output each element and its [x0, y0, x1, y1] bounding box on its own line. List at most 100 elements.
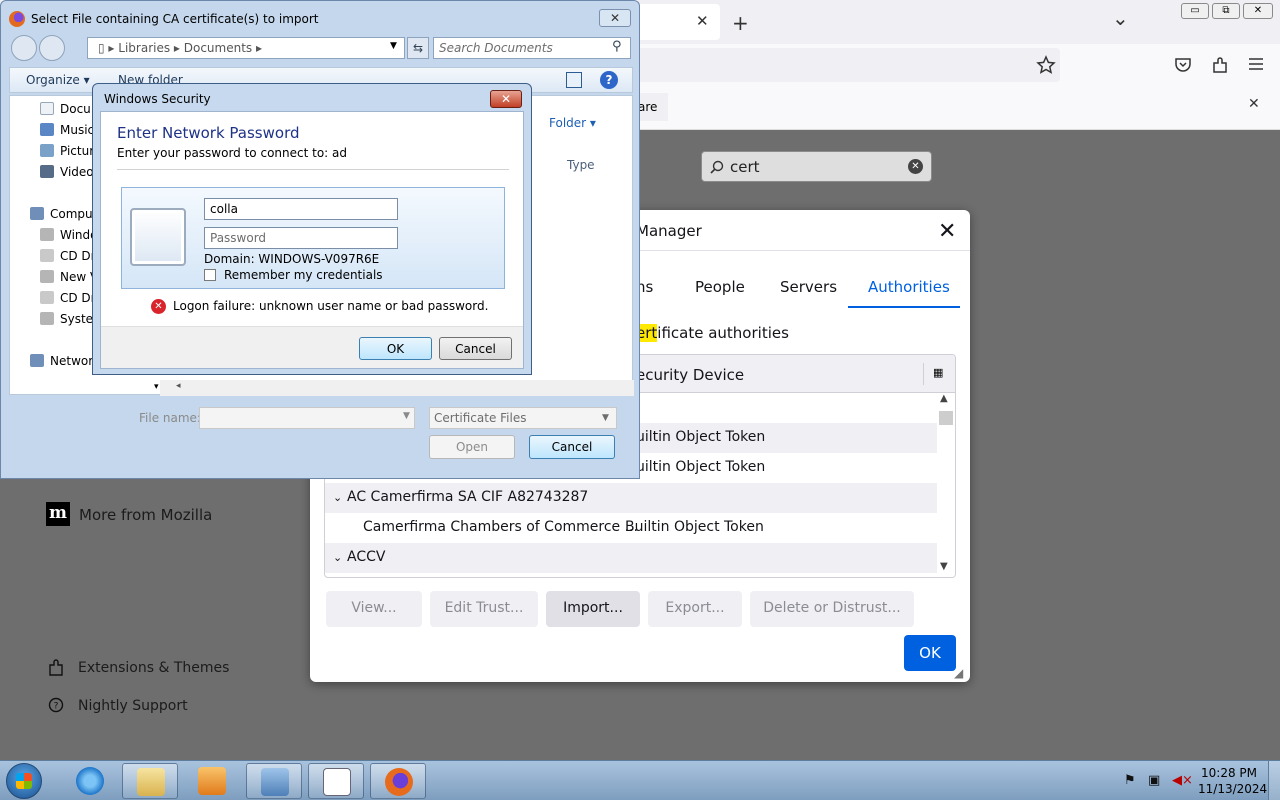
volume-muted-icon[interactable]: ◀× — [1172, 773, 1193, 788]
close-window-button[interactable]: ✕ — [1243, 3, 1273, 19]
scrollbar-thumb[interactable] — [939, 411, 953, 425]
dialog-close-button[interactable]: ✕ — [599, 9, 631, 27]
back-button[interactable] — [11, 35, 37, 61]
edit-trust-button[interactable]: Edit Trust... — [430, 591, 538, 627]
refresh-button[interactable]: ⇆ — [407, 37, 429, 59]
file-name-input[interactable] — [199, 407, 415, 429]
taskbar-explorer[interactable] — [122, 763, 178, 799]
view-button[interactable]: View... — [326, 591, 422, 627]
arrange-by-dropdown[interactable]: Folder ▾ — [549, 116, 596, 130]
menu-hamburger-icon[interactable] — [1248, 56, 1264, 72]
nav-pictures[interactable]: Pictur — [60, 144, 94, 158]
bookmark-star-icon[interactable] — [1036, 55, 1056, 75]
firefox-icon — [385, 768, 413, 796]
cancel-button[interactable]: Cancel — [529, 435, 615, 459]
scroll-up-icon[interactable]: ▲ — [940, 393, 948, 404]
notification-close-icon[interactable]: ✕ — [1248, 96, 1260, 112]
taskbar-control-panel[interactable] — [246, 763, 302, 799]
organize-menu[interactable]: Organize ▾ — [26, 73, 90, 87]
restore-button[interactable]: ⧉ — [1212, 3, 1240, 19]
scroll-down-icon[interactable]: ▼ — [940, 561, 948, 572]
file-type-filter[interactable]: Certificate Files ▼ — [429, 407, 617, 429]
ok-button[interactable]: OK — [904, 635, 956, 671]
tab-people[interactable]: People — [695, 278, 745, 296]
network-icon[interactable]: ▣ — [1148, 773, 1160, 788]
search-input[interactable]: Search Documents ⚲ — [433, 37, 631, 59]
taskbar-media-player[interactable] — [184, 763, 240, 799]
tree-row[interactable]: ⌄ ACCV — [325, 543, 937, 573]
username-input[interactable]: colla — [204, 198, 398, 220]
preview-pane-icon[interactable] — [566, 72, 582, 88]
restore-icon: ⧉ — [1222, 5, 1230, 16]
column-type[interactable]: Type — [567, 158, 595, 172]
import-button[interactable]: Import... — [546, 591, 640, 627]
tree-scrollbar[interactable]: ▲ ▼ — [937, 393, 955, 577]
nav-computer[interactable]: Comput — [50, 207, 97, 221]
horizontal-scrollbar[interactable]: ◂ — [160, 380, 634, 396]
breadcrumb-libraries[interactable]: Libraries — [118, 41, 170, 55]
password-input[interactable]: Password — [204, 227, 398, 249]
address-bar[interactable]: ▯ ▸ Libraries ▸ Documents ▸ ▼ — [87, 37, 405, 59]
forward-button[interactable] — [39, 35, 65, 61]
scroll-left-icon[interactable]: ◂ — [176, 381, 181, 391]
search-icon[interactable]: ⚲ — [612, 39, 622, 54]
notification-text[interactable]: are — [636, 93, 668, 121]
cancel-button[interactable]: Cancel — [439, 337, 512, 360]
nav-videos[interactable]: Video — [60, 165, 94, 179]
clock-time[interactable]: 10:28 PM — [1198, 766, 1260, 780]
action-center-flag-icon[interactable]: ⚑ — [1124, 773, 1136, 788]
start-button[interactable] — [6, 763, 42, 799]
remember-credentials-label[interactable]: Remember my credentials — [224, 268, 383, 282]
ok-button[interactable]: OK — [359, 337, 432, 360]
tree-row[interactable]: ⌄ AC Camerfirma SA CIF A82743287 — [325, 483, 937, 513]
file-name-dropdown-icon[interactable]: ▼ — [403, 411, 410, 421]
clear-search-icon[interactable]: ✕ — [908, 159, 923, 174]
tab-list-button[interactable]: ⌄ — [1112, 6, 1129, 30]
dialog-heading: Enter Network Password — [117, 124, 300, 142]
documents-icon — [40, 102, 54, 115]
dialog-close-icon[interactable]: ✕ — [938, 219, 956, 244]
resize-grip-icon[interactable]: ◢ — [954, 666, 963, 680]
column-picker-icon[interactable]: ▦ — [933, 366, 943, 379]
chevron-down-icon[interactable]: ⌄ — [333, 551, 342, 564]
collapse-icon[interactable]: ▾ — [154, 382, 159, 392]
music-icon — [40, 123, 54, 136]
dialog-content: Enter Network Password Enter your passwo… — [100, 111, 524, 369]
open-button[interactable]: Open — [429, 435, 515, 459]
taskbar-notepad[interactable] — [308, 763, 364, 799]
videos-icon — [40, 165, 54, 178]
url-bar[interactable] — [636, 48, 1060, 82]
extensions-themes-link[interactable]: Extensions & Themes — [78, 660, 229, 676]
dialog-title: Manager — [636, 222, 702, 240]
address-dropdown-icon[interactable]: ▼ — [390, 41, 397, 51]
firefox-active-tab[interactable]: ✕ — [636, 4, 720, 40]
tab-close-icon[interactable]: ✕ — [696, 12, 709, 30]
pocket-icon[interactable] — [1174, 56, 1192, 74]
dialog-close-button[interactable]: ✕ — [490, 90, 522, 108]
nav-music[interactable]: Music — [60, 123, 94, 137]
nav-documents[interactable]: Docu — [60, 102, 91, 116]
new-tab-button[interactable]: + — [732, 11, 749, 35]
delete-distrust-button[interactable]: Delete or Distrust... — [750, 591, 914, 627]
clock-date[interactable]: 11/13/2024 — [1198, 782, 1267, 796]
show-desktop-button[interactable] — [1268, 761, 1280, 800]
column-security-device[interactable]: ecurity Device — [636, 366, 744, 384]
nightly-support-link[interactable]: Nightly Support — [78, 698, 188, 714]
remember-credentials-checkbox[interactable] — [204, 269, 216, 281]
export-button[interactable]: Export... — [648, 591, 742, 627]
tab-authorities[interactable]: Authorities — [868, 278, 950, 296]
breadcrumb-documents[interactable]: Documents — [184, 41, 252, 55]
help-icon[interactable]: ? — [600, 71, 618, 89]
tree-row[interactable]: Camerfirma Chambers of Commerce ... Buil… — [325, 513, 937, 543]
taskbar-firefox[interactable] — [370, 763, 426, 799]
more-from-mozilla-link[interactable]: More from Mozilla — [79, 506, 212, 524]
divider — [117, 169, 509, 170]
chevron-down-icon[interactable]: ⌄ — [333, 491, 342, 504]
settings-search-input[interactable]: cert ✕ — [701, 151, 932, 182]
taskbar-internet-explorer[interactable] — [62, 763, 118, 799]
tab-servers[interactable]: Servers — [780, 278, 837, 296]
active-tab-indicator — [848, 306, 960, 308]
extensions-icon[interactable] — [1210, 55, 1230, 75]
minimize-button[interactable]: ▭ — [1181, 3, 1209, 19]
media-player-icon — [198, 767, 226, 795]
